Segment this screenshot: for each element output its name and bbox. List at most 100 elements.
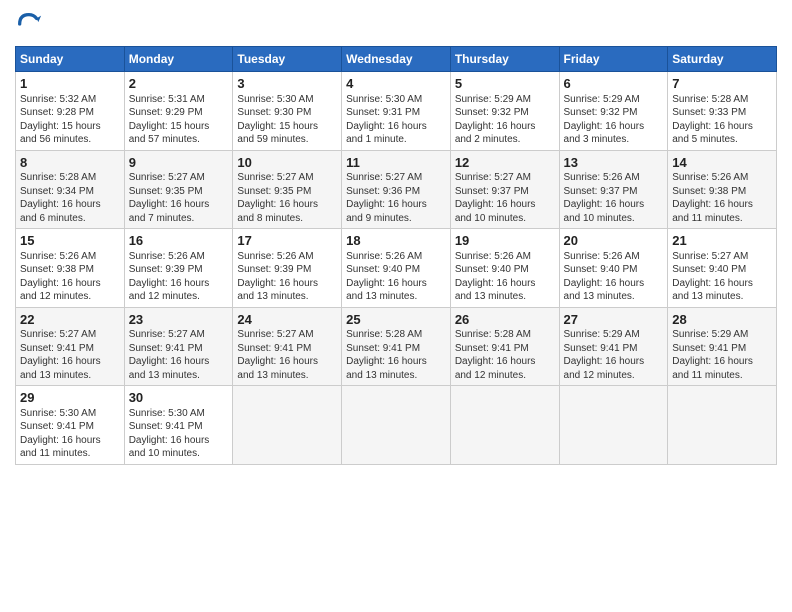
calendar-header-sunday: Sunday [16, 47, 125, 72]
day-number: 20 [564, 232, 664, 250]
day-number: 5 [455, 75, 555, 93]
day-number: 27 [564, 311, 664, 329]
day-number: 10 [237, 154, 337, 172]
day-number: 2 [129, 75, 229, 93]
calendar-cell: 28Sunrise: 5:29 AM Sunset: 9:41 PM Dayli… [668, 307, 777, 386]
calendar-header-row: SundayMondayTuesdayWednesdayThursdayFrid… [16, 47, 777, 72]
logo-icon [15, 10, 43, 38]
day-number: 24 [237, 311, 337, 329]
day-number: 23 [129, 311, 229, 329]
calendar-cell: 24Sunrise: 5:27 AM Sunset: 9:41 PM Dayli… [233, 307, 342, 386]
day-info: Sunrise: 5:29 AM Sunset: 9:41 PM Dayligh… [672, 328, 772, 382]
calendar-cell: 1Sunrise: 5:32 AM Sunset: 9:28 PM Daylig… [16, 72, 125, 151]
calendar-cell: 25Sunrise: 5:28 AM Sunset: 9:41 PM Dayli… [342, 307, 451, 386]
day-info: Sunrise: 5:31 AM Sunset: 9:29 PM Dayligh… [129, 93, 229, 147]
day-info: Sunrise: 5:26 AM Sunset: 9:37 PM Dayligh… [564, 171, 664, 225]
calendar-cell [559, 386, 668, 465]
day-info: Sunrise: 5:26 AM Sunset: 9:40 PM Dayligh… [564, 250, 664, 304]
calendar-header-monday: Monday [124, 47, 233, 72]
calendar-cell [450, 386, 559, 465]
calendar-cell: 15Sunrise: 5:26 AM Sunset: 9:38 PM Dayli… [16, 229, 125, 308]
day-info: Sunrise: 5:26 AM Sunset: 9:39 PM Dayligh… [129, 250, 229, 304]
calendar-cell: 3Sunrise: 5:30 AM Sunset: 9:30 PM Daylig… [233, 72, 342, 151]
day-info: Sunrise: 5:29 AM Sunset: 9:32 PM Dayligh… [564, 93, 664, 147]
calendar-cell: 5Sunrise: 5:29 AM Sunset: 9:32 PM Daylig… [450, 72, 559, 151]
calendar-week-5: 29Sunrise: 5:30 AM Sunset: 9:41 PM Dayli… [16, 386, 777, 465]
calendar-cell: 30Sunrise: 5:30 AM Sunset: 9:41 PM Dayli… [124, 386, 233, 465]
day-number: 7 [672, 75, 772, 93]
calendar-cell [233, 386, 342, 465]
day-info: Sunrise: 5:30 AM Sunset: 9:41 PM Dayligh… [20, 407, 120, 461]
day-info: Sunrise: 5:28 AM Sunset: 9:34 PM Dayligh… [20, 171, 120, 225]
calendar-cell: 4Sunrise: 5:30 AM Sunset: 9:31 PM Daylig… [342, 72, 451, 151]
day-info: Sunrise: 5:26 AM Sunset: 9:39 PM Dayligh… [237, 250, 337, 304]
day-info: Sunrise: 5:30 AM Sunset: 9:30 PM Dayligh… [237, 93, 337, 147]
calendar-cell: 16Sunrise: 5:26 AM Sunset: 9:39 PM Dayli… [124, 229, 233, 308]
calendar-cell: 18Sunrise: 5:26 AM Sunset: 9:40 PM Dayli… [342, 229, 451, 308]
day-info: Sunrise: 5:28 AM Sunset: 9:33 PM Dayligh… [672, 93, 772, 147]
day-info: Sunrise: 5:27 AM Sunset: 9:37 PM Dayligh… [455, 171, 555, 225]
calendar-cell: 2Sunrise: 5:31 AM Sunset: 9:29 PM Daylig… [124, 72, 233, 151]
calendar-cell: 20Sunrise: 5:26 AM Sunset: 9:40 PM Dayli… [559, 229, 668, 308]
calendar-cell: 17Sunrise: 5:26 AM Sunset: 9:39 PM Dayli… [233, 229, 342, 308]
calendar-week-2: 8Sunrise: 5:28 AM Sunset: 9:34 PM Daylig… [16, 150, 777, 229]
day-number: 19 [455, 232, 555, 250]
day-number: 8 [20, 154, 120, 172]
day-number: 6 [564, 75, 664, 93]
calendar-cell [668, 386, 777, 465]
calendar-table: SundayMondayTuesdayWednesdayThursdayFrid… [15, 46, 777, 465]
calendar-header-thursday: Thursday [450, 47, 559, 72]
day-info: Sunrise: 5:26 AM Sunset: 9:40 PM Dayligh… [346, 250, 446, 304]
calendar-cell: 13Sunrise: 5:26 AM Sunset: 9:37 PM Dayli… [559, 150, 668, 229]
day-info: Sunrise: 5:28 AM Sunset: 9:41 PM Dayligh… [346, 328, 446, 382]
day-number: 28 [672, 311, 772, 329]
calendar-cell: 10Sunrise: 5:27 AM Sunset: 9:35 PM Dayli… [233, 150, 342, 229]
page: SundayMondayTuesdayWednesdayThursdayFrid… [0, 0, 792, 612]
day-number: 30 [129, 389, 229, 407]
calendar-week-3: 15Sunrise: 5:26 AM Sunset: 9:38 PM Dayli… [16, 229, 777, 308]
day-number: 18 [346, 232, 446, 250]
calendar-header-saturday: Saturday [668, 47, 777, 72]
day-info: Sunrise: 5:26 AM Sunset: 9:40 PM Dayligh… [455, 250, 555, 304]
day-info: Sunrise: 5:29 AM Sunset: 9:41 PM Dayligh… [564, 328, 664, 382]
day-info: Sunrise: 5:27 AM Sunset: 9:41 PM Dayligh… [20, 328, 120, 382]
day-info: Sunrise: 5:30 AM Sunset: 9:41 PM Dayligh… [129, 407, 229, 461]
day-number: 3 [237, 75, 337, 93]
calendar-cell: 11Sunrise: 5:27 AM Sunset: 9:36 PM Dayli… [342, 150, 451, 229]
calendar-cell: 6Sunrise: 5:29 AM Sunset: 9:32 PM Daylig… [559, 72, 668, 151]
day-info: Sunrise: 5:27 AM Sunset: 9:41 PM Dayligh… [129, 328, 229, 382]
calendar-cell [342, 386, 451, 465]
calendar-header-friday: Friday [559, 47, 668, 72]
day-number: 1 [20, 75, 120, 93]
day-info: Sunrise: 5:30 AM Sunset: 9:31 PM Dayligh… [346, 93, 446, 147]
calendar-cell: 23Sunrise: 5:27 AM Sunset: 9:41 PM Dayli… [124, 307, 233, 386]
calendar-header-tuesday: Tuesday [233, 47, 342, 72]
day-info: Sunrise: 5:28 AM Sunset: 9:41 PM Dayligh… [455, 328, 555, 382]
day-info: Sunrise: 5:26 AM Sunset: 9:38 PM Dayligh… [20, 250, 120, 304]
day-info: Sunrise: 5:29 AM Sunset: 9:32 PM Dayligh… [455, 93, 555, 147]
day-info: Sunrise: 5:32 AM Sunset: 9:28 PM Dayligh… [20, 93, 120, 147]
calendar-week-1: 1Sunrise: 5:32 AM Sunset: 9:28 PM Daylig… [16, 72, 777, 151]
calendar-cell: 12Sunrise: 5:27 AM Sunset: 9:37 PM Dayli… [450, 150, 559, 229]
day-number: 16 [129, 232, 229, 250]
calendar-cell: 14Sunrise: 5:26 AM Sunset: 9:38 PM Dayli… [668, 150, 777, 229]
day-number: 9 [129, 154, 229, 172]
day-info: Sunrise: 5:26 AM Sunset: 9:38 PM Dayligh… [672, 171, 772, 225]
calendar-cell: 9Sunrise: 5:27 AM Sunset: 9:35 PM Daylig… [124, 150, 233, 229]
day-number: 4 [346, 75, 446, 93]
day-number: 26 [455, 311, 555, 329]
day-info: Sunrise: 5:27 AM Sunset: 9:35 PM Dayligh… [237, 171, 337, 225]
day-number: 22 [20, 311, 120, 329]
day-info: Sunrise: 5:27 AM Sunset: 9:35 PM Dayligh… [129, 171, 229, 225]
day-number: 17 [237, 232, 337, 250]
day-number: 13 [564, 154, 664, 172]
day-number: 21 [672, 232, 772, 250]
calendar-cell: 26Sunrise: 5:28 AM Sunset: 9:41 PM Dayli… [450, 307, 559, 386]
logo [15, 10, 47, 38]
calendar-cell: 22Sunrise: 5:27 AM Sunset: 9:41 PM Dayli… [16, 307, 125, 386]
header [15, 10, 777, 38]
calendar-cell: 29Sunrise: 5:30 AM Sunset: 9:41 PM Dayli… [16, 386, 125, 465]
calendar-cell: 8Sunrise: 5:28 AM Sunset: 9:34 PM Daylig… [16, 150, 125, 229]
calendar-cell: 27Sunrise: 5:29 AM Sunset: 9:41 PM Dayli… [559, 307, 668, 386]
calendar-cell: 7Sunrise: 5:28 AM Sunset: 9:33 PM Daylig… [668, 72, 777, 151]
